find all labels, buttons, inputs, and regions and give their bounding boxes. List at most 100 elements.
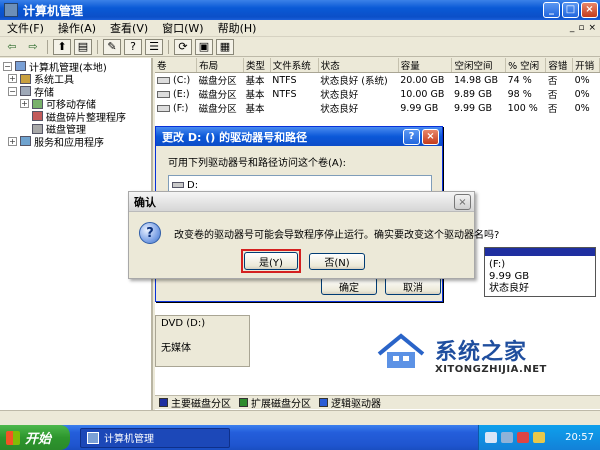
storage-icon [20, 86, 31, 96]
menu-help[interactable]: 帮助(H) [211, 20, 264, 36]
window-titlebar[interactable]: 计算机管理 _ □ × [0, 0, 600, 20]
table-cell: 状态良好 (系统) [320, 76, 388, 87]
table-row[interactable]: (F:) 磁盘分区 基本 状态良好 9.99 GB 9.99 GB 100 % … [155, 101, 600, 115]
volume-icon [157, 90, 170, 98]
up-level-icon[interactable]: ⬆ [53, 38, 71, 55]
table-cell: 否 [547, 90, 558, 101]
toolbar-separator [168, 39, 169, 54]
volume-icon [157, 104, 170, 112]
table-cell: 98 % [507, 88, 532, 100]
computer-management-icon [87, 431, 99, 444]
toolbar-separator [97, 39, 98, 54]
menu-file[interactable]: 文件(F) [0, 20, 51, 36]
windows-logo-icon [6, 430, 20, 445]
network-icon[interactable] [485, 432, 497, 443]
dialog-titlebar[interactable]: 更改 D: () 的驱动器号和路径 [156, 127, 442, 146]
mdi-restore-icon[interactable]: ▫ [578, 23, 584, 33]
volume-icon [157, 76, 170, 84]
expand-icon[interactable]: + [8, 74, 17, 83]
column-header-free-space[interactable]: 空闲空间 [451, 58, 507, 73]
details-view-icon[interactable]: ☰ [145, 38, 163, 55]
expand-icon[interactable]: + [8, 136, 17, 146]
column-header-type[interactable]: 类型 [243, 58, 271, 73]
site-watermark: 系统之家 XITONGZHIJIA.NET [375, 326, 575, 386]
expand-icon[interactable]: + [20, 99, 29, 108]
dialog-controls: ? × [403, 129, 439, 145]
help-icon[interactable]: ? [124, 38, 142, 55]
minimize-button[interactable]: _ [543, 2, 560, 18]
defrag-icon [32, 111, 43, 121]
table-cell: 基本 [245, 104, 265, 115]
menu-action[interactable]: 操作(A) [51, 20, 103, 36]
table-row[interactable]: (E:) 磁盘分区 基本 NTFS 状态良好 10.00 GB 9.89 GB … [155, 87, 600, 101]
refresh-icon[interactable]: ⟳ [174, 38, 192, 55]
properties-icon[interactable]: ✎ [103, 38, 121, 55]
start-button[interactable]: 开始 [0, 425, 70, 450]
clock[interactable]: 20:57 [565, 432, 600, 443]
taskbar-item-computer-management[interactable]: 计算机管理 [80, 427, 230, 448]
table-cell: 0% [574, 102, 590, 114]
table-cell [270, 101, 318, 115]
table-cell: 9.89 GB [453, 88, 492, 100]
volume-name: (E:) [173, 88, 190, 100]
table-row[interactable]: (C:) 磁盘分区 基本 NTFS 状态良好 (系统) 20.00 GB 14.… [155, 73, 600, 88]
column-header-overhead[interactable]: 开销 [572, 58, 600, 73]
column-header-filesystem[interactable]: 文件系统 [270, 58, 319, 73]
tree-node-computer-management[interactable]: − 计算机管理(本地) [0, 60, 151, 74]
column-header-layout[interactable]: 布局 [196, 58, 244, 73]
drive-path-item[interactable]: D: [187, 180, 198, 191]
primary-partition-bar [485, 248, 595, 256]
column-header-status[interactable]: 状态 [318, 58, 399, 73]
tree-node-services-apps[interactable]: + 服务和应用程序 [0, 135, 151, 149]
mdi-close-icon[interactable]: × [588, 23, 596, 33]
no-button[interactable]: 否(N) [309, 253, 365, 270]
confirm-dialog: 确认 × ? 改变卷的驱动器号可能会导致程序停止运行。确实要改变这个驱动器名吗?… [128, 191, 499, 279]
maximize-button[interactable]: □ [562, 2, 579, 18]
tree-node-system-tools[interactable]: + 系统工具 [0, 73, 151, 86]
table-cell: 否 [547, 104, 558, 115]
legend-item-primary: 主要磁盘分区 [159, 395, 231, 410]
dvd-drive-row[interactable]: DVD (D:) 无媒体 [155, 315, 250, 367]
yes-button[interactable]: 是(Y) [244, 252, 298, 270]
table-cell: 状态良好 [320, 90, 359, 101]
column-header-volume[interactable]: 卷 [155, 58, 198, 73]
mdi-minimize-icon[interactable]: _ [570, 23, 575, 33]
legend-item-extended: 扩展磁盘分区 [239, 395, 311, 410]
menu-view[interactable]: 查看(V) [103, 20, 155, 36]
mdi-controls: _ ▫ × [570, 23, 600, 33]
disk-icon[interactable]: ▣ [195, 38, 213, 55]
confirm-dialog-title: 确认 [134, 195, 156, 209]
cancel-button[interactable]: 取消 [385, 277, 441, 295]
menu-window[interactable]: 窗口(W) [155, 20, 210, 36]
dialog-close-button[interactable]: × [422, 129, 439, 145]
services-icon [20, 136, 31, 146]
volume-f-block[interactable]: (F:) 9.99 GB 状态良好 [484, 247, 596, 297]
ok-button[interactable]: 确定 [321, 277, 377, 295]
collapse-icon[interactable]: − [8, 86, 17, 96]
column-header-fault-tolerance[interactable]: 容错 [545, 58, 574, 73]
volume-speaker-icon[interactable] [533, 432, 545, 443]
back-arrow-icon[interactable]: ⇦ [3, 39, 21, 55]
dialog-help-button[interactable]: ? [403, 129, 420, 145]
collapse-icon[interactable]: − [3, 61, 12, 71]
grid-icon[interactable]: ▦ [216, 38, 234, 55]
confirm-close-button[interactable]: × [454, 194, 471, 210]
security-shield-icon[interactable] [517, 432, 529, 443]
column-header-capacity[interactable]: 容量 [398, 58, 453, 73]
window-title: 计算机管理 [23, 3, 84, 18]
close-button[interactable]: × [581, 2, 598, 18]
confirm-dialog-titlebar[interactable]: 确认 [129, 192, 474, 212]
show-hide-tree-icon[interactable]: ▤ [74, 38, 92, 55]
legend-label: 主要磁盘分区 [171, 399, 231, 410]
table-cell: (C:) [155, 73, 197, 88]
column-header-percent-free[interactable]: % 空闲 [505, 58, 547, 73]
vm-tools-icon[interactable] [501, 432, 513, 443]
yes-button-highlight: 是(Y) [241, 249, 301, 273]
table-cell: 磁盘分区 [198, 90, 237, 101]
disk-management-icon [32, 123, 43, 134]
status-bar [0, 410, 600, 425]
table-cell: 20.00 GB [400, 74, 445, 86]
forward-arrow-icon[interactable]: ⇨ [24, 39, 42, 55]
legend-label: 扩展磁盘分区 [251, 399, 311, 410]
confirm-message: 改变卷的驱动器号可能会导致程序停止运行。确实要改变这个驱动器名吗? [174, 230, 500, 241]
